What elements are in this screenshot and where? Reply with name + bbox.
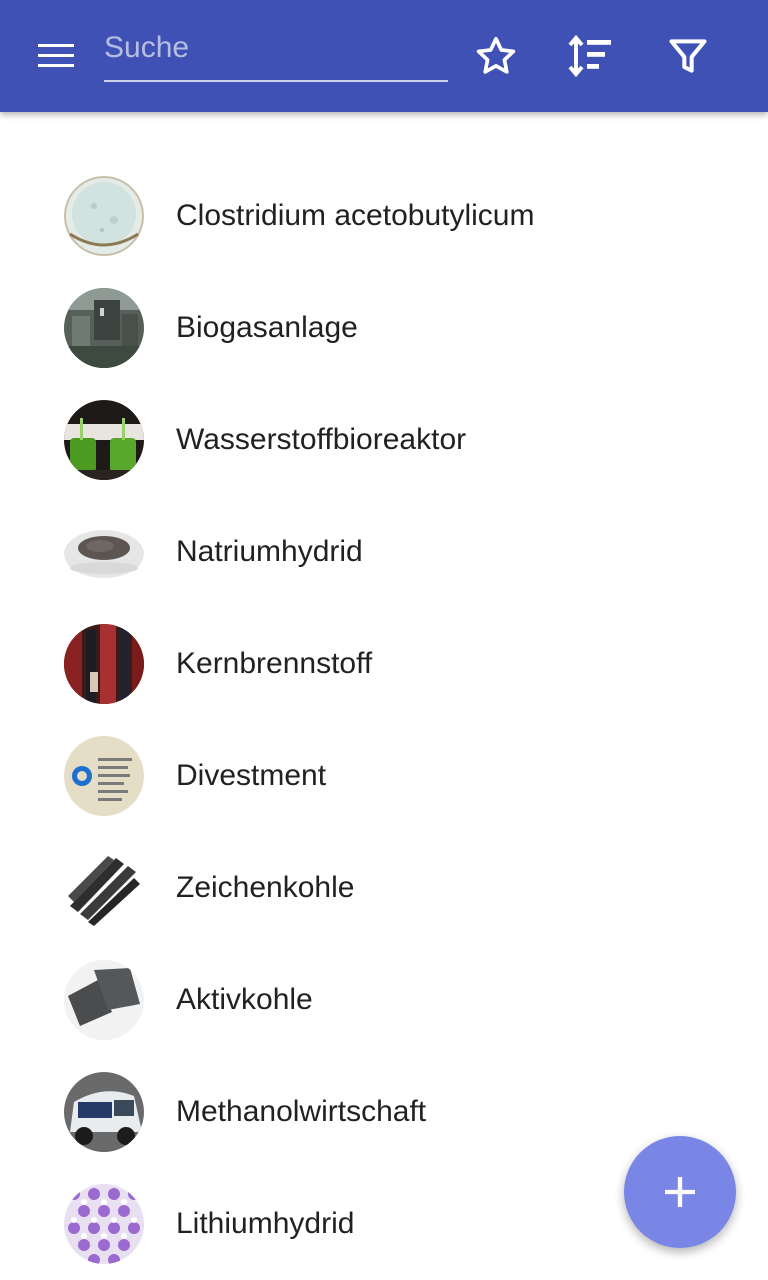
thumbnail <box>64 736 144 816</box>
list-item[interactable]: Wasserstoffbioreaktor <box>0 384 768 496</box>
list-item-title: Natriumhydrid <box>176 535 363 568</box>
list-item-title: Kernbrennstoff <box>176 647 373 680</box>
search-field <box>104 22 448 82</box>
filter-icon <box>669 39 707 73</box>
sort-button[interactable] <box>563 28 619 84</box>
list-item-title: Methanolwirtschaft <box>176 1095 427 1128</box>
list-item-title: Wasserstoffbioreaktor <box>176 423 467 456</box>
list-item-title: Lithiumhydrid <box>176 1207 355 1240</box>
list-item[interactable]: Clostridium acetobutylicum <box>0 160 768 272</box>
app-bar <box>0 0 768 112</box>
menu-button[interactable] <box>24 32 88 80</box>
thumbnail <box>64 960 144 1040</box>
list-item-title: Clostridium acetobutylicum <box>176 199 535 232</box>
star-outline-icon <box>476 36 516 74</box>
article-list: Clostridium acetobutylicum Biogasanlage <box>0 160 768 1280</box>
thumbnail <box>64 176 144 256</box>
list-item-title: Aktivkohle <box>176 983 313 1016</box>
thumbnail <box>64 288 144 368</box>
thumbnail <box>64 512 144 592</box>
favorites-button[interactable] <box>468 28 524 84</box>
list-item[interactable]: Kernbrennstoff <box>0 608 768 720</box>
thumbnail <box>64 400 144 480</box>
search-input[interactable] <box>104 22 448 74</box>
list-item[interactable]: Biogasanlage <box>0 272 768 384</box>
add-button[interactable] <box>624 1136 736 1248</box>
list-item-title: Biogasanlage <box>176 311 358 344</box>
list-item[interactable]: Zeichenkohle <box>0 832 768 944</box>
list-item-title: Divestment <box>176 759 327 792</box>
menu-icon <box>38 44 74 68</box>
thumbnail <box>64 624 144 704</box>
list-item[interactable]: Aktivkohle <box>0 944 768 1056</box>
thumbnail <box>64 1072 144 1152</box>
thumbnail <box>64 1184 144 1264</box>
thumbnail <box>64 848 144 928</box>
list-item-title: Zeichenkohle <box>176 871 355 904</box>
filter-button[interactable] <box>660 28 716 84</box>
list-item[interactable]: Divestment <box>0 720 768 832</box>
list-item[interactable]: Natriumhydrid <box>0 496 768 608</box>
sort-icon <box>568 34 611 78</box>
add-icon <box>665 1177 695 1207</box>
